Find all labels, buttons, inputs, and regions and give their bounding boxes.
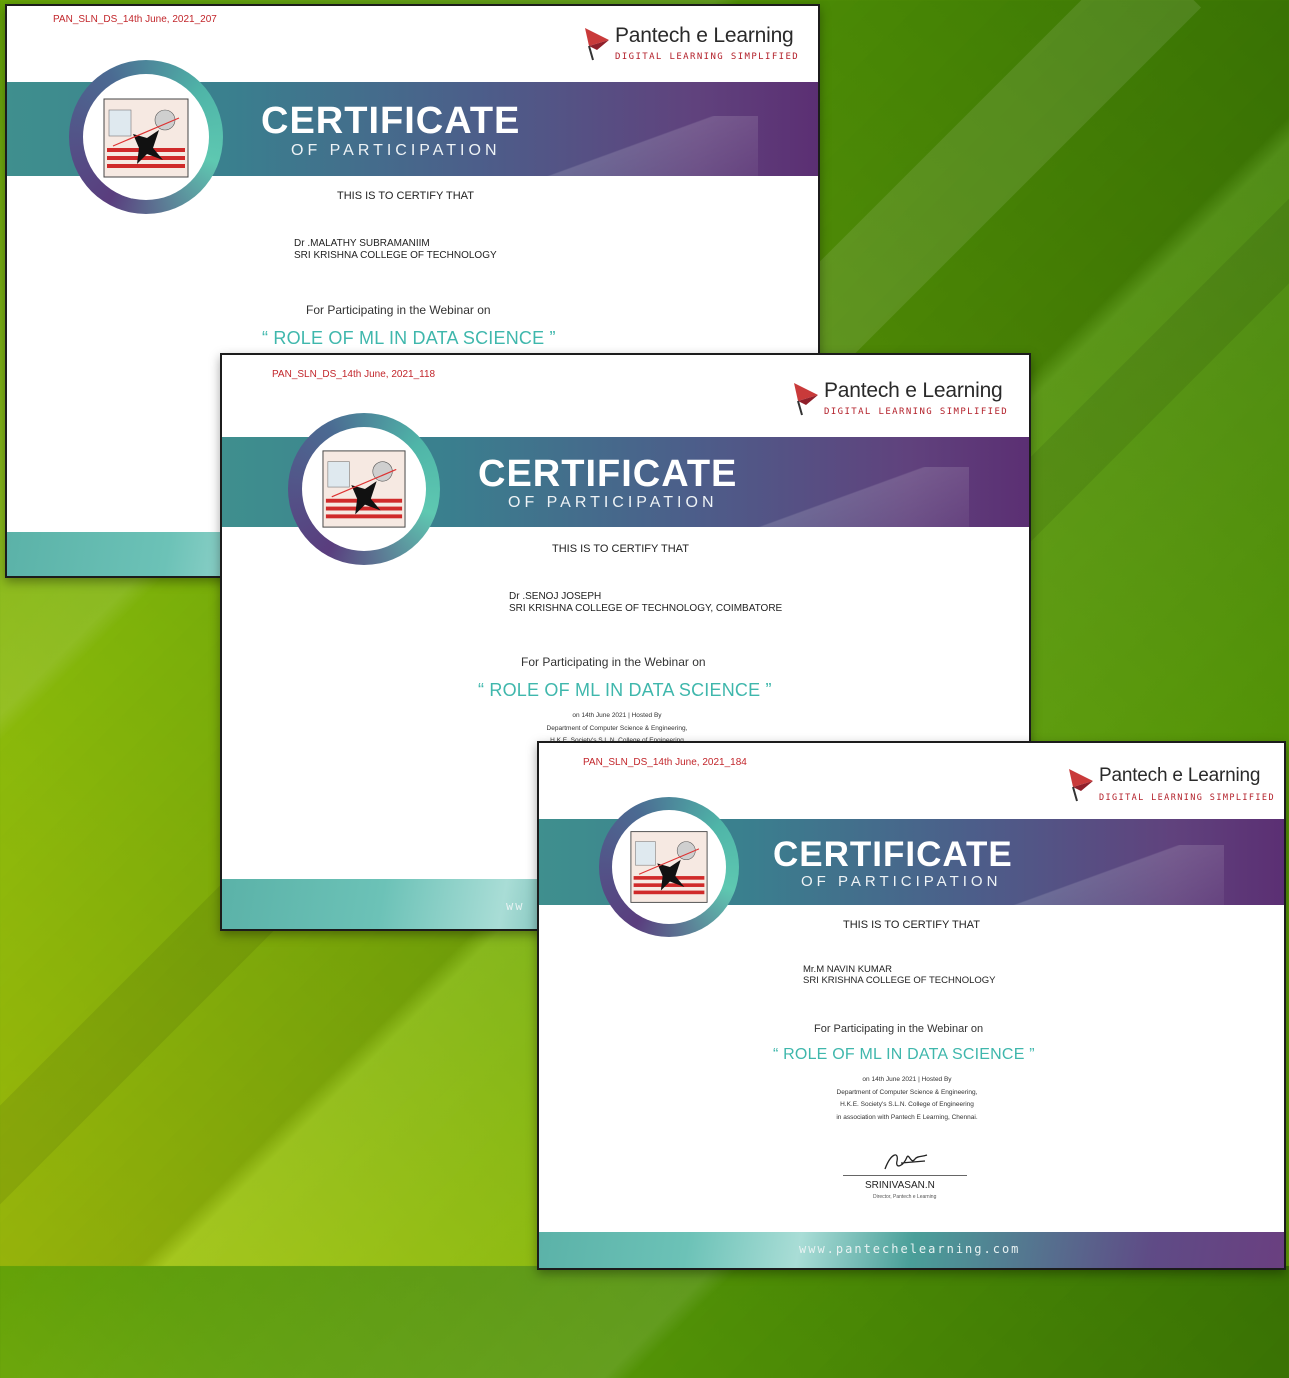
brand-name: Pantech e Learning [1099, 765, 1261, 786]
certificate-card: PAN_SLN_DS_14th June, 2021_184 Pantech e… [537, 741, 1286, 1270]
event-detail-line: on 14th June 2021 | Hosted By [862, 1076, 952, 1083]
brand-tagline: DIGITAL LEARNING SIMPLIFIED [615, 52, 800, 62]
website-text: ww [506, 899, 525, 913]
pantech-logo-icon [794, 383, 818, 416]
college-emblem-icon [103, 98, 189, 178]
seal-inner [83, 74, 209, 200]
certificate-subtitle: OF PARTICIPATION [801, 873, 1002, 890]
recipient-org: SRI KRISHNA COLLEGE OF TECHNOLOGY, COIMB… [509, 603, 783, 614]
brand-tagline: DIGITAL LEARNING SIMPLIFIED [1099, 793, 1275, 803]
event-detail-line: H.K.E. Society's S.L.N. College of Engin… [840, 1101, 974, 1108]
seal-inner [302, 427, 426, 551]
certificate-title: CERTIFICATE [773, 835, 1013, 874]
recipient-org: SRI KRISHNA COLLEGE OF TECHNOLOGY [294, 250, 497, 261]
brand-logo: Pantech e Learning DIGITAL LEARNING SIMP… [790, 379, 1010, 427]
certificate-id: PAN_SLN_DS_14th June, 2021_207 [53, 14, 217, 25]
for-text: For Participating in the Webinar on [814, 1023, 984, 1035]
recipient-name: Dr .MALATHY SUBRAMANIIM [294, 238, 430, 249]
college-emblem-icon [322, 450, 406, 528]
event-detail-line: Department of Computer Science & Enginee… [546, 724, 688, 732]
pantech-logo-icon [1069, 769, 1093, 802]
brand-name: Pantech e Learning [615, 24, 794, 47]
certificate-id: PAN_SLN_DS_14th June, 2021_118 [272, 369, 436, 380]
event-detail-line: on 14th June 2021 | Hosted By [572, 712, 662, 719]
brand-logo: Pantech e Learning DIGITAL LEARNING SIMP… [581, 24, 801, 72]
brand-tagline: DIGITAL LEARNING SIMPLIFIED [824, 407, 1009, 417]
for-text: For Participating in the Webinar on [306, 303, 491, 317]
certificate-title: CERTIFICATE [478, 453, 738, 495]
seal-ring [69, 60, 223, 214]
brand-logo: Pantech e Learning DIGITAL LEARNING SIMP… [1065, 765, 1284, 813]
recipient-name: Dr .SENOJ JOSEPH [509, 591, 602, 602]
footer-strip: www.pantechelearning.com [539, 1232, 1284, 1268]
certificate-id: PAN_SLN_DS_14th June, 2021_184 [583, 757, 747, 768]
signature-line [843, 1175, 967, 1176]
signatory-role: Director, Pantech e Learning [873, 1194, 937, 1200]
brand-name: Pantech e Learning [824, 379, 1003, 402]
certificate-title: CERTIFICATE [261, 100, 521, 142]
certify-text: THIS IS TO CERTIFY THAT [843, 919, 980, 931]
signatory-name: SRINIVASAN.N [865, 1180, 935, 1191]
webinar-topic: “ ROLE OF ML IN DATA SCIENCE ” [478, 680, 772, 700]
webinar-topic: “ ROLE OF ML IN DATA SCIENCE ” [262, 328, 556, 348]
for-text: For Participating in the Webinar on [521, 655, 706, 669]
certificate-subtitle: OF PARTICIPATION [508, 494, 718, 511]
certify-text: THIS IS TO CERTIFY THAT [552, 543, 689, 555]
college-emblem-icon [630, 831, 708, 903]
seal-ring [599, 797, 739, 937]
website-text: www.pantechelearning.com [799, 1242, 1021, 1256]
event-detail-line: Department of Computer Science & Enginee… [836, 1088, 978, 1096]
certify-text: THIS IS TO CERTIFY THAT [337, 190, 474, 202]
pantech-logo-icon [585, 28, 609, 61]
seal-ring [288, 413, 440, 565]
recipient-org: SRI KRISHNA COLLEGE OF TECHNOLOGY [803, 975, 996, 986]
webinar-topic: “ ROLE OF ML IN DATA SCIENCE ” [773, 1046, 1035, 1063]
certificate-subtitle: OF PARTICIPATION [291, 142, 501, 159]
seal-inner [612, 810, 726, 924]
signature-icon [884, 1154, 928, 1170]
event-detail-line: in association with Pantech E Learning, … [836, 1113, 978, 1121]
event-details: on 14th June 2021 | Hosted By Department… [807, 1074, 1007, 1124]
